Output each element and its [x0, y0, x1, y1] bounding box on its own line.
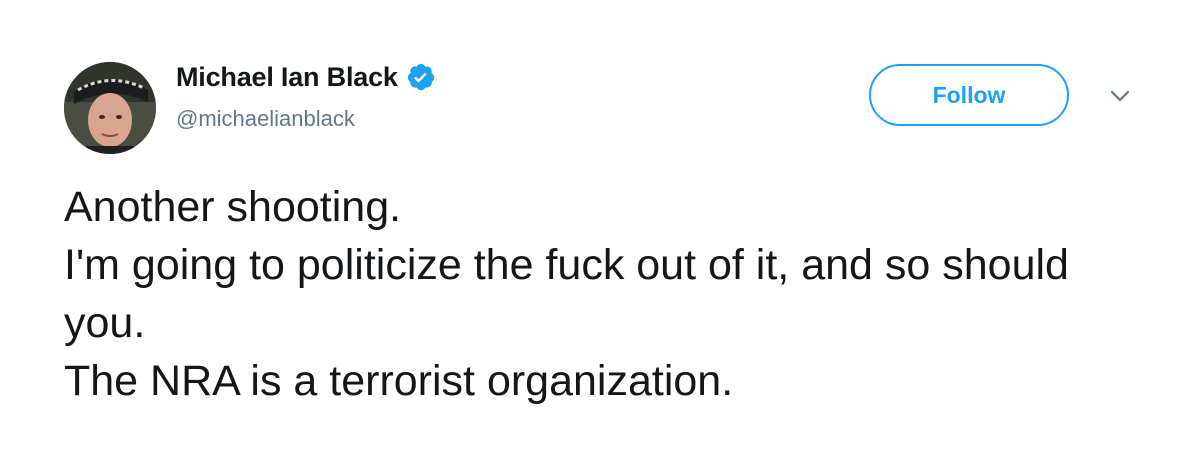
chevron-down-icon[interactable] — [1108, 86, 1132, 106]
profile-photo-icon — [64, 62, 156, 154]
name-row: Michael Ian Black — [176, 60, 436, 94]
avatar[interactable] — [64, 62, 156, 154]
tweet-line: The NRA is a terrorist organization. — [64, 357, 734, 405]
tweet-card: Michael Ian Black @michaelianblack Follo… — [0, 0, 1200, 449]
user-handle[interactable]: @michaelianblack — [176, 106, 436, 132]
author-block: Michael Ian Black @michaelianblack — [176, 60, 436, 132]
tweet-line: Another shooting. — [64, 183, 402, 231]
display-name[interactable]: Michael Ian Black — [176, 62, 398, 93]
tweet-text: Another shooting. I'm going to politiciz… — [64, 178, 1144, 410]
tweet-line: I'm going to politicize the fuck out of … — [64, 241, 1081, 347]
verified-badge-icon — [406, 62, 436, 92]
follow-button[interactable]: Follow — [869, 64, 1069, 126]
